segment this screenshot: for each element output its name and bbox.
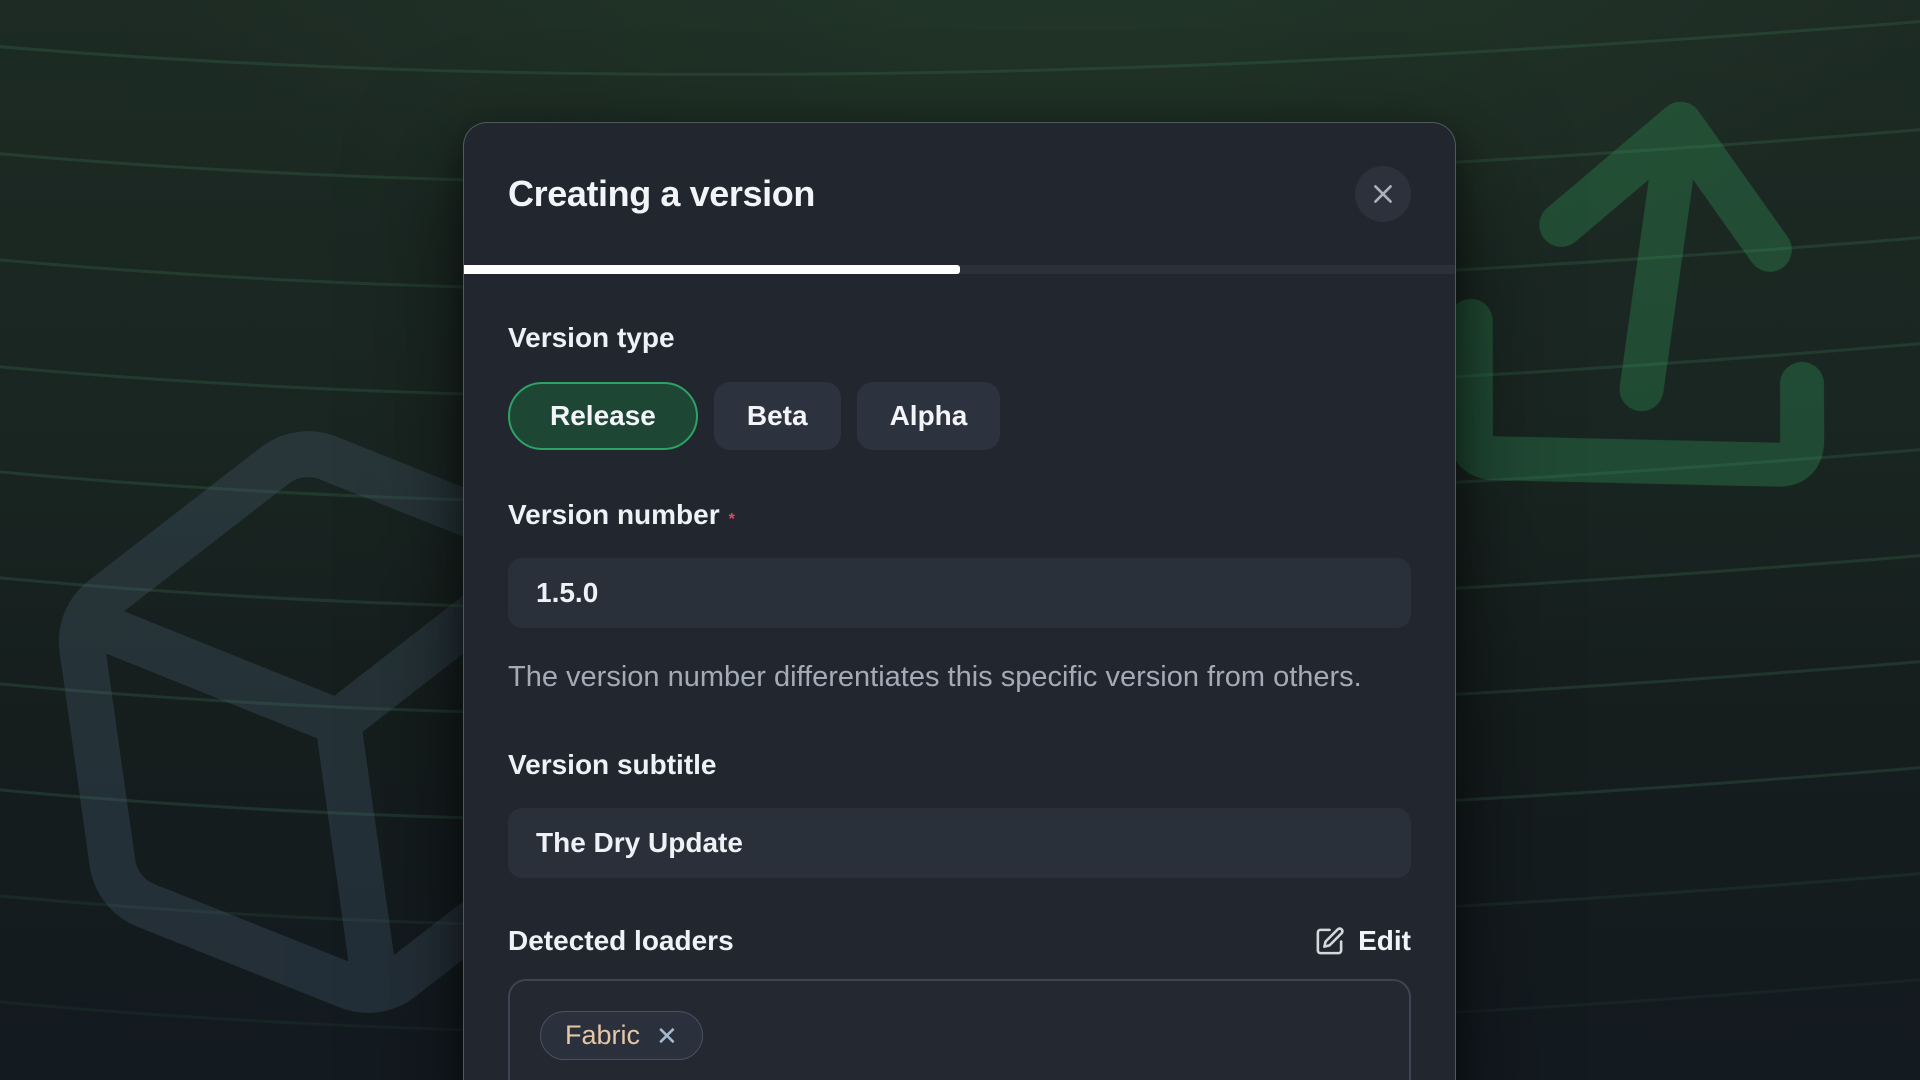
- version-subtitle-field: Version subtitle: [508, 749, 1411, 878]
- version-type-release-button[interactable]: Release: [508, 382, 698, 450]
- version-number-input[interactable]: [508, 558, 1411, 628]
- version-type-label: Version type: [508, 322, 675, 353]
- detected-loaders-header: Detected loaders Edit: [508, 925, 1411, 957]
- version-type-field: Version type Release Beta Alpha: [508, 322, 1411, 450]
- page-background: Creating a version Version type Release …: [0, 0, 1920, 1080]
- modal-header: Creating a version: [464, 123, 1455, 265]
- version-type-alpha-button[interactable]: Alpha: [857, 382, 1001, 450]
- close-button[interactable]: [1355, 166, 1411, 222]
- progress-bar: [464, 265, 1455, 274]
- modal-title: Creating a version: [508, 173, 815, 215]
- version-number-label: Version number: [508, 499, 720, 530]
- close-icon: [1370, 181, 1396, 207]
- version-number-field: Version number * The version number diffe…: [508, 499, 1411, 700]
- create-version-modal: Creating a version Version type Release …: [463, 122, 1456, 1080]
- remove-loader-button[interactable]: ✕: [656, 1023, 678, 1049]
- loader-chip-fabric: Fabric ✕: [540, 1011, 703, 1060]
- version-type-options: Release Beta Alpha: [508, 382, 1411, 450]
- version-subtitle-input[interactable]: [508, 808, 1411, 878]
- upload-icon: [1457, 104, 1834, 490]
- required-marker: *: [729, 511, 735, 528]
- version-number-help: The version number differentiates this s…: [508, 654, 1411, 700]
- version-type-beta-button[interactable]: Beta: [714, 382, 841, 450]
- loader-chip-label: Fabric: [565, 1020, 640, 1051]
- progress-bar-fill: [464, 265, 960, 274]
- modal-body: Version type Release Beta Alpha Version …: [464, 274, 1455, 1080]
- version-subtitle-label: Version subtitle: [508, 749, 717, 780]
- detected-loaders-box: Fabric ✕: [508, 979, 1411, 1080]
- detected-loaders-label: Detected loaders: [508, 925, 734, 957]
- edit-loaders-button[interactable]: Edit: [1314, 925, 1411, 957]
- edit-icon: [1314, 926, 1345, 957]
- edit-label: Edit: [1358, 925, 1411, 957]
